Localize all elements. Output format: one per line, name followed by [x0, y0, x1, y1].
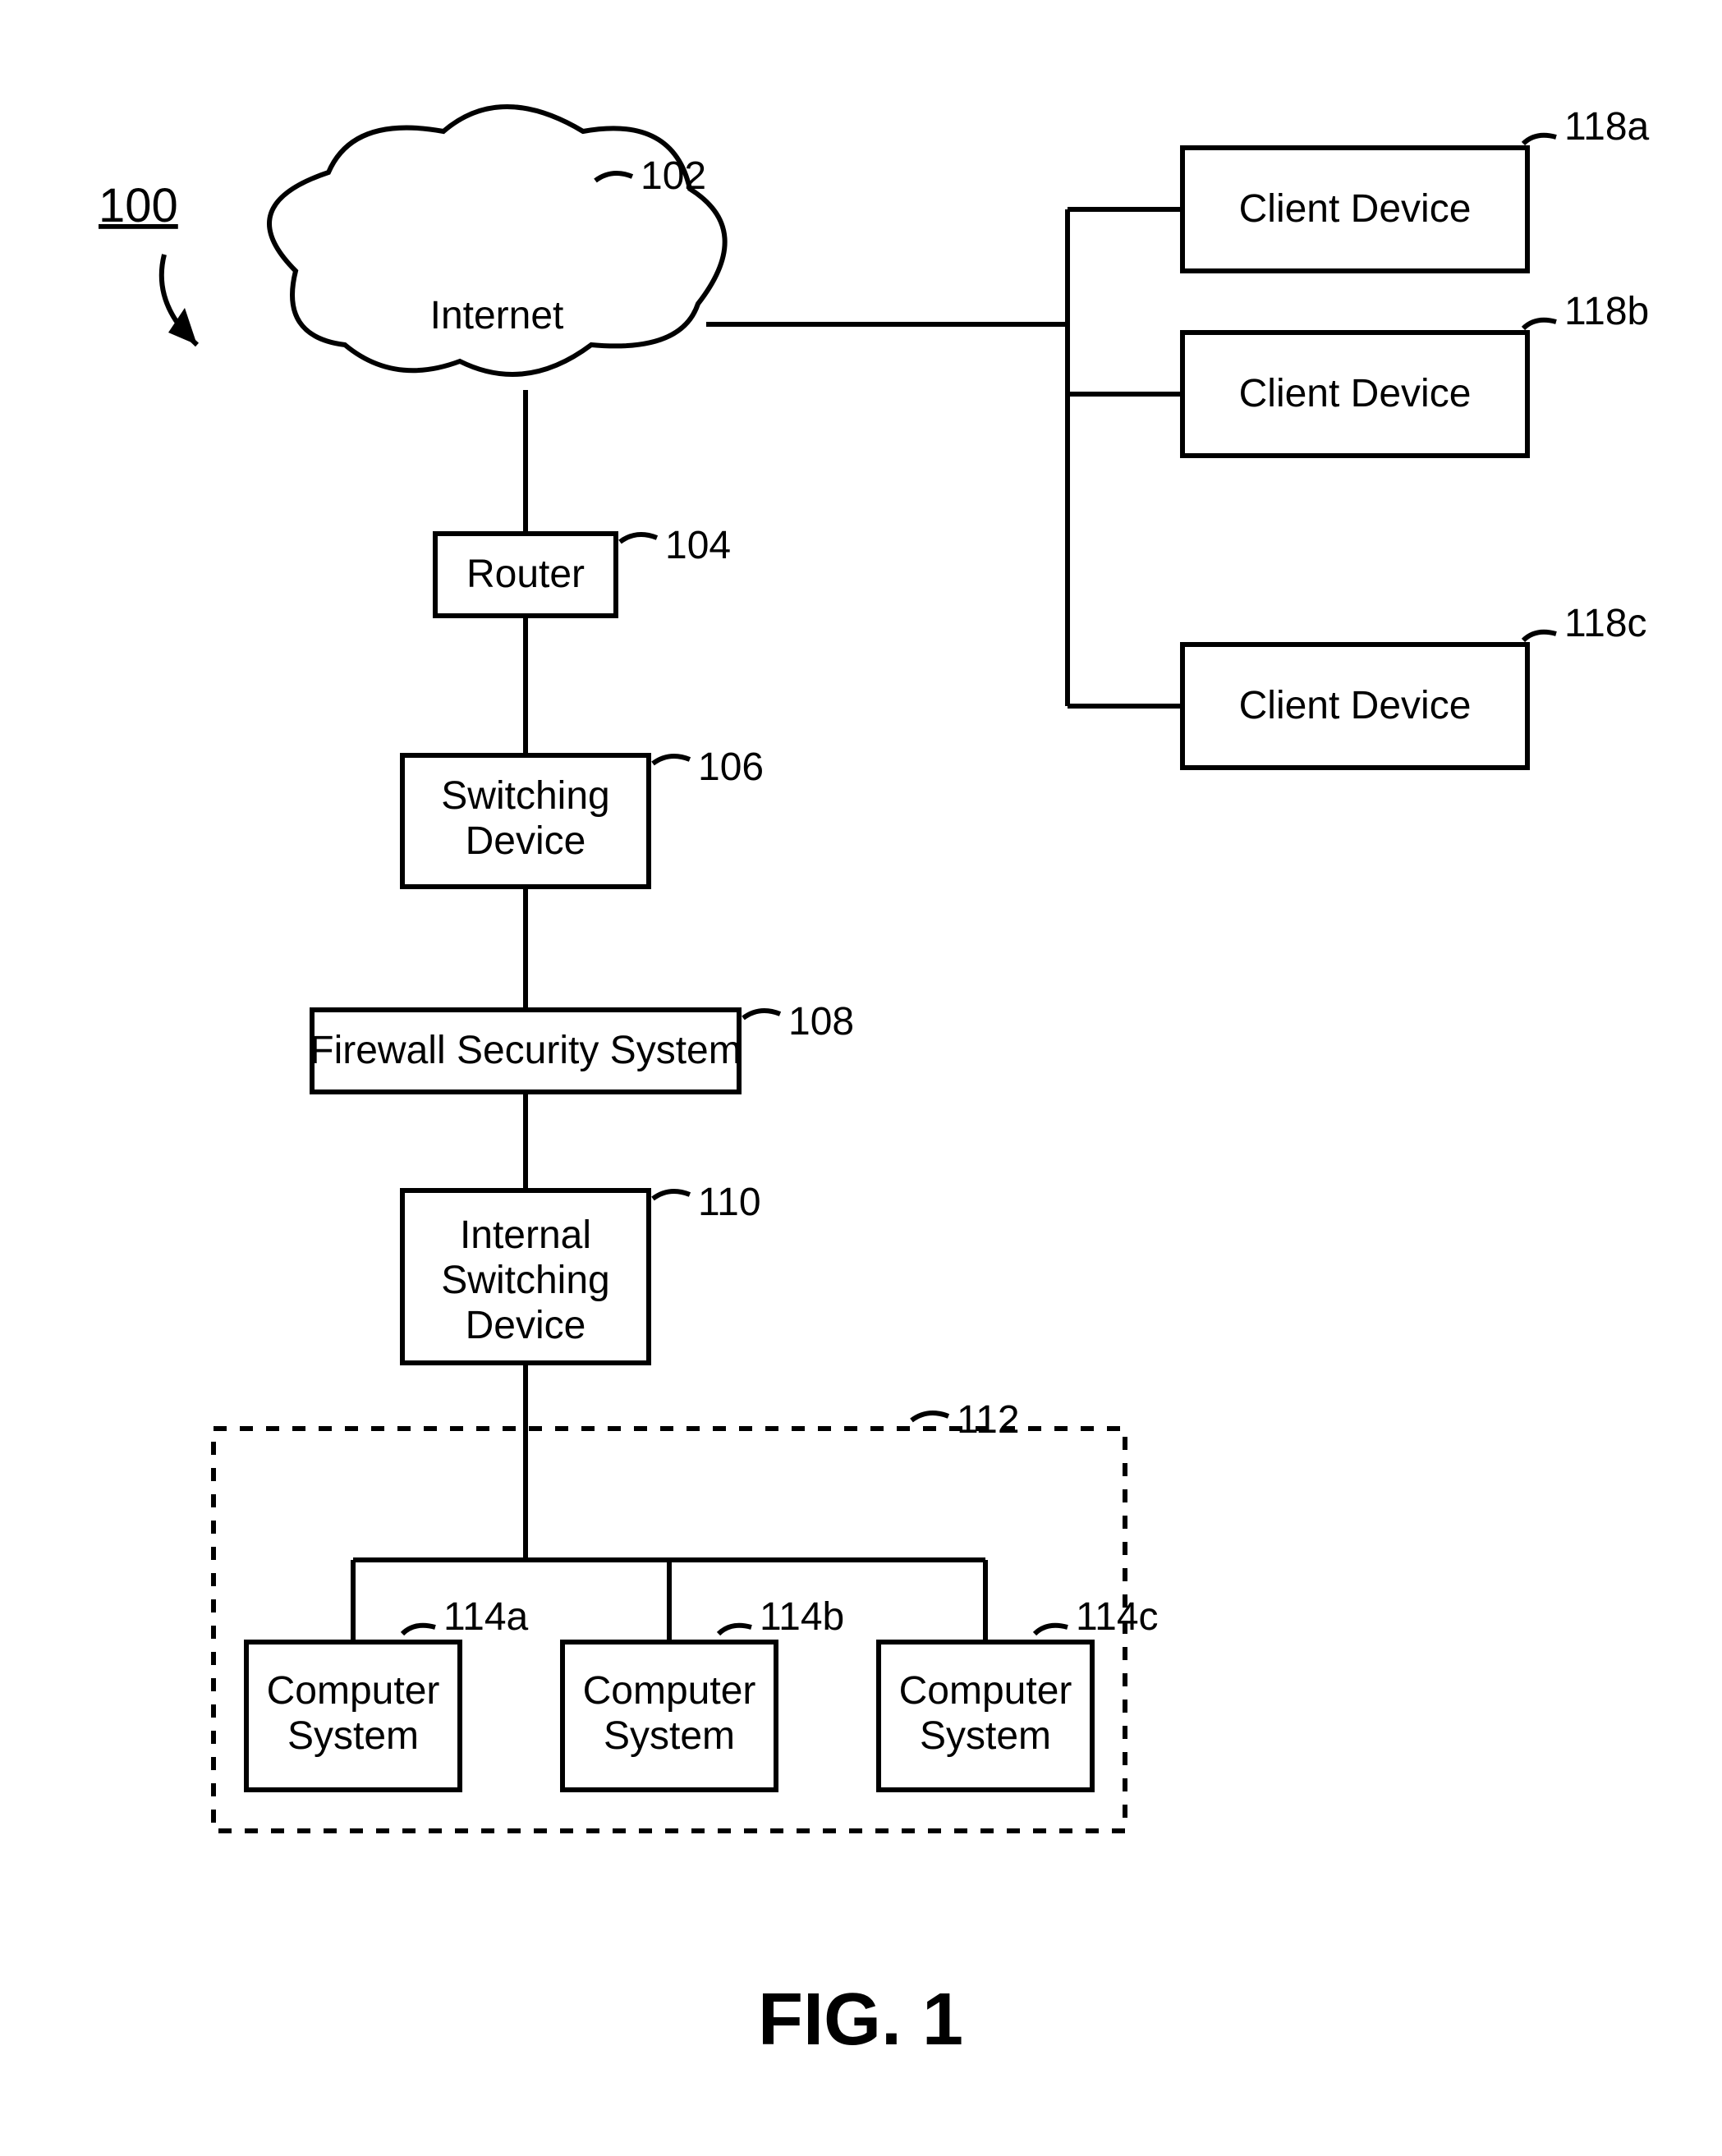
internal-switching-device-ref: 110 [698, 1181, 761, 1224]
switching-device-ref: 106 [698, 745, 764, 789]
figure-caption: FIG. 1 [758, 1979, 963, 2061]
lan-ref: 112 [957, 1398, 1020, 1442]
svg-text:Computer: Computer [267, 1669, 440, 1713]
figure-1: 100 Internet 102 Router 104 Switching De… [0, 0, 1722, 2156]
client-device-b-ref: 118b [1564, 290, 1649, 333]
internal-switching-device-node: Internal Switching Device [402, 1190, 649, 1363]
svg-text:System: System [920, 1714, 1051, 1758]
computer-system-c: Computer System [879, 1642, 1092, 1790]
svg-text:Device: Device [466, 1304, 586, 1347]
client-device-a-ref: 118a [1564, 105, 1650, 149]
switching-device-node: Switching Device [402, 755, 649, 887]
svg-text:System: System [287, 1714, 419, 1758]
computer-system-c-ref: 114c [1076, 1595, 1159, 1639]
router-ref: 104 [665, 524, 731, 567]
switching-device-label-l1: Switching [441, 774, 609, 818]
svg-text:Computer: Computer [899, 1669, 1072, 1713]
client-device-a-label: Client Device [1239, 187, 1472, 231]
client-device-b: Client Device [1182, 333, 1527, 456]
internet-label: Internet [430, 294, 564, 337]
client-device-c: Client Device [1182, 645, 1527, 768]
svg-text:System: System [604, 1714, 735, 1758]
svg-text:Internal: Internal [460, 1213, 591, 1257]
svg-text:Computer: Computer [583, 1669, 756, 1713]
router-label: Router [466, 553, 585, 596]
firewall-ref: 108 [788, 1000, 854, 1044]
router-node: Router [435, 534, 616, 616]
internet-node: Internet [269, 107, 725, 374]
computer-system-a: Computer System [246, 1642, 460, 1790]
internet-ref: 102 [641, 154, 706, 198]
computer-system-b: Computer System [563, 1642, 776, 1790]
figure-ref: 100 [99, 179, 178, 232]
firewall-node: Firewall Security System [310, 1010, 741, 1092]
client-device-c-ref: 118c [1564, 602, 1647, 645]
svg-text:Switching: Switching [441, 1259, 609, 1302]
computer-system-b-ref: 114b [760, 1595, 844, 1639]
firewall-label: Firewall Security System [310, 1029, 741, 1072]
client-device-a: Client Device [1182, 148, 1527, 271]
client-device-b-label: Client Device [1239, 372, 1472, 415]
switching-device-label-l2: Device [466, 819, 586, 863]
client-device-c-label: Client Device [1239, 684, 1472, 727]
computer-system-a-ref: 114a [443, 1595, 529, 1639]
